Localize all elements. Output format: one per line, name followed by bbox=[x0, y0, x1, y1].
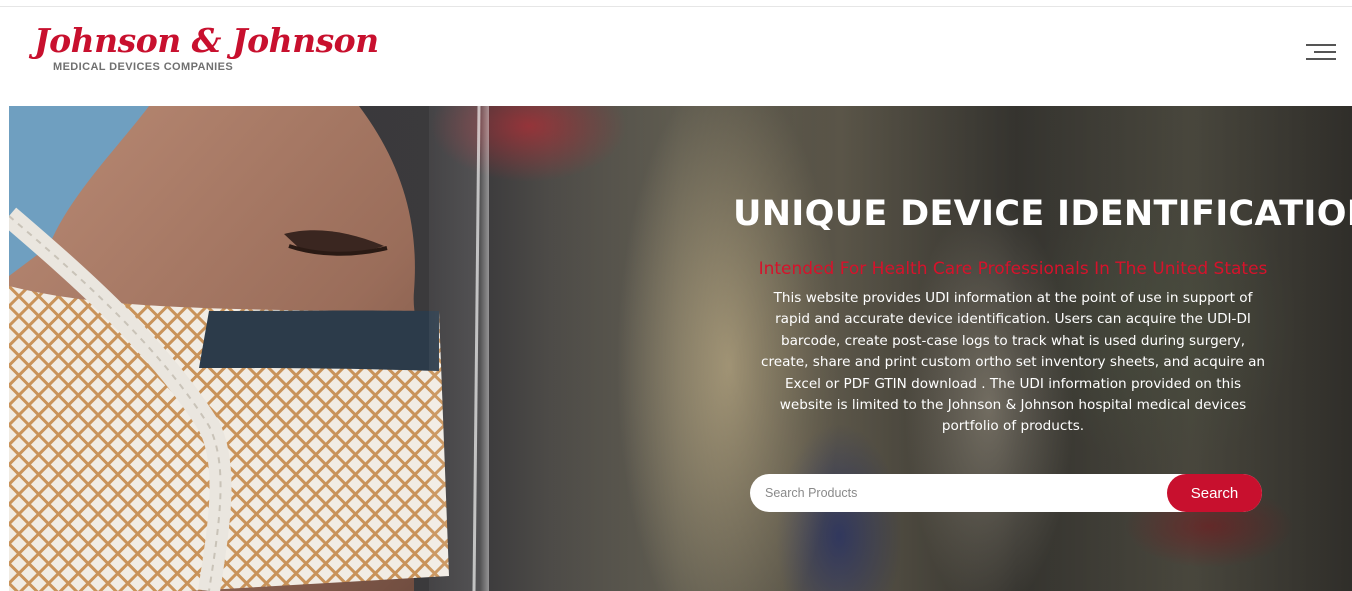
brand-logo[interactable]: Johnson & Johnson MEDICAL DEVICES COMPAN… bbox=[34, 21, 379, 73]
logo-wordmark: Johnson & Johnson bbox=[34, 21, 379, 60]
hero-description: This website provides UDI information at… bbox=[760, 290, 1266, 435]
search-input[interactable] bbox=[750, 474, 1170, 512]
site-header: Johnson & Johnson MEDICAL DEVICES COMPAN… bbox=[0, 7, 1352, 106]
hero-subtitle: Intended For Health Care Professionals I… bbox=[758, 259, 1268, 279]
page-title: UNIQUE DEVICE IDENTIFICATION bbox=[733, 194, 1352, 234]
search-button[interactable]: Search bbox=[1167, 474, 1262, 512]
logo-subtitle: MEDICAL DEVICES COMPANIES bbox=[53, 61, 234, 73]
hero-content: UNIQUE DEVICE IDENTIFICATION Intended Fo… bbox=[733, 190, 1352, 438]
hamburger-menu-icon[interactable] bbox=[1304, 40, 1338, 64]
hero-banner: UNIQUE DEVICE IDENTIFICATION Intended Fo… bbox=[9, 106, 1352, 591]
search-bar: Search bbox=[750, 474, 1262, 512]
